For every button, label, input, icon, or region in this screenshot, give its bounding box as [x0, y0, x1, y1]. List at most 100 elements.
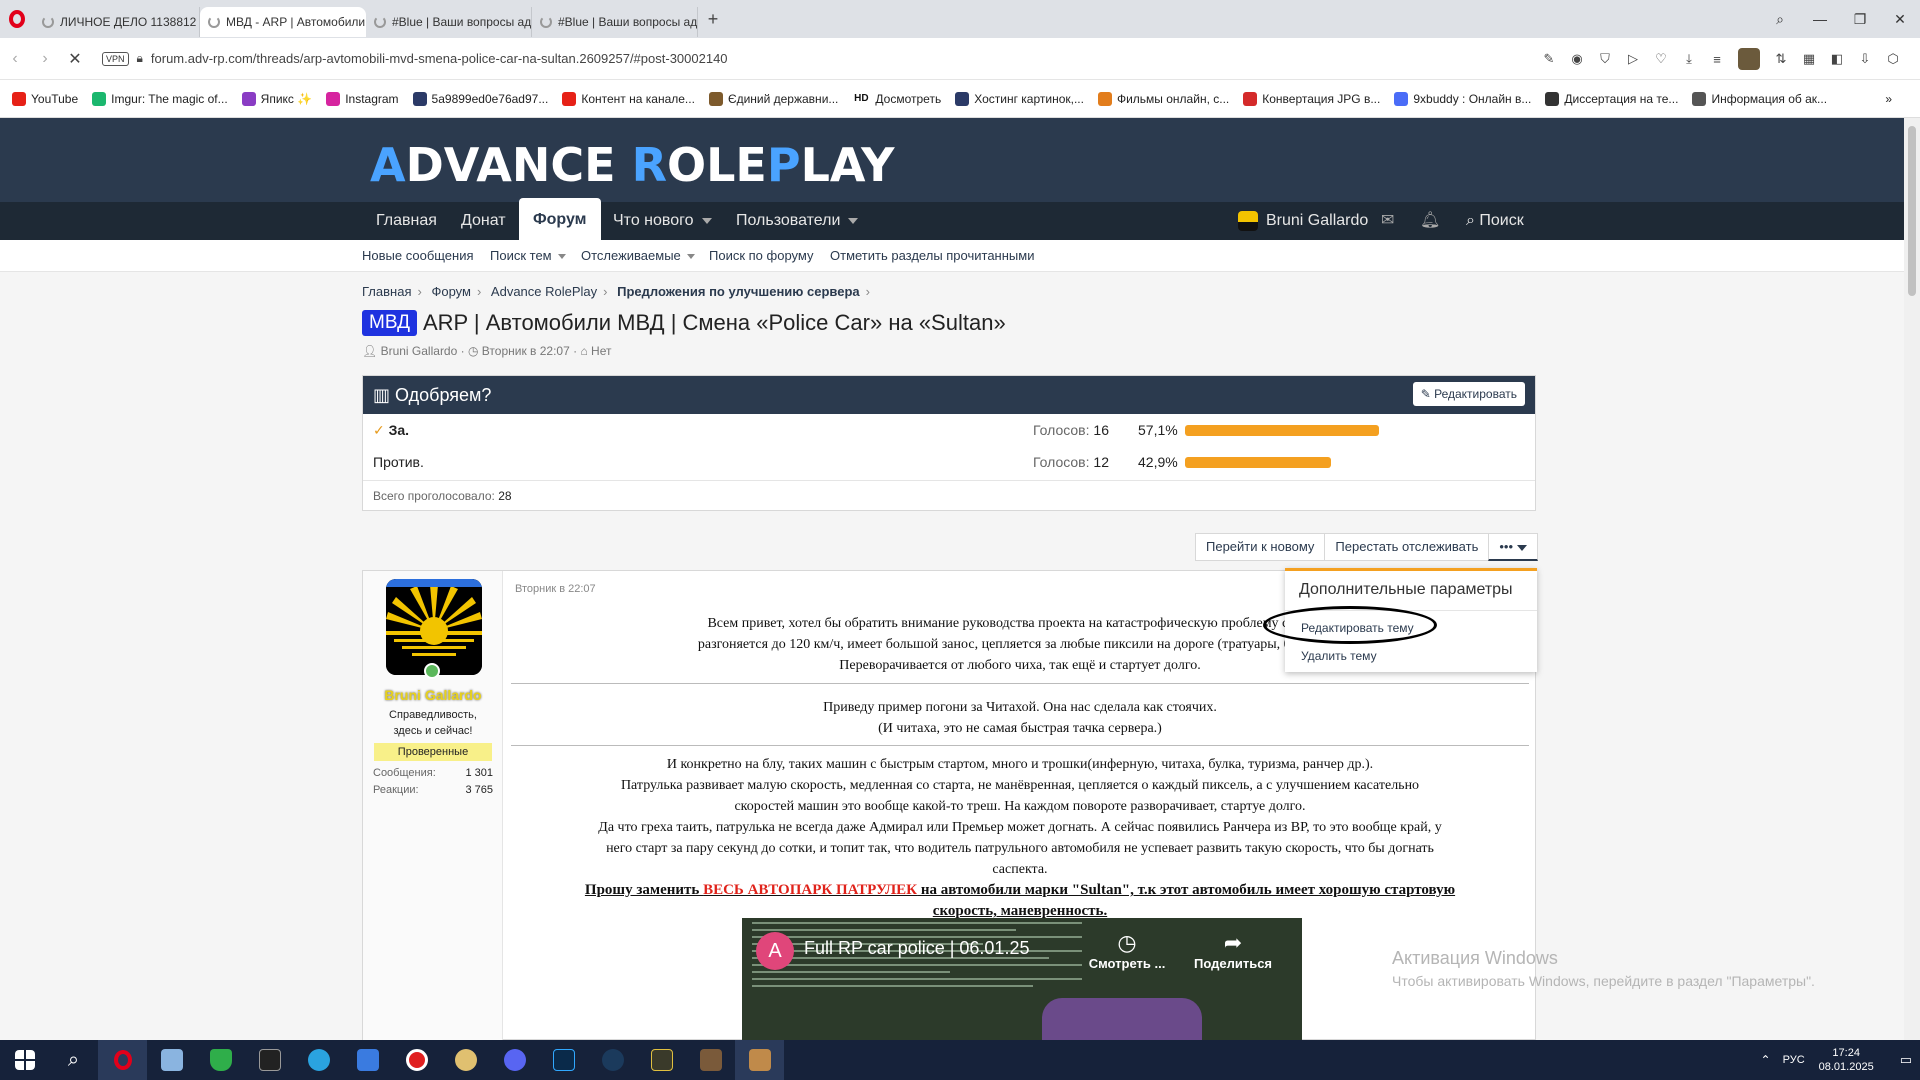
bookmark-item[interactable]: Єдиний державни... — [708, 91, 838, 106]
extension-icon[interactable]: ◧ — [1830, 51, 1844, 67]
menu-icon[interactable]: ≡ — [1710, 52, 1724, 67]
more-options-button[interactable]: ••• — [1488, 533, 1538, 561]
chevron-up-icon[interactable]: ⌃ — [1761, 1053, 1771, 1067]
clock[interactable]: 17:24 08.01.2025 — [1819, 1046, 1874, 1074]
breadcrumb-item[interactable]: Advance RolePlay — [491, 284, 597, 299]
post-date[interactable]: Вторник в 22:07 — [515, 583, 596, 595]
breadcrumb-item[interactable]: Главная — [362, 284, 411, 299]
browser-tab[interactable]: ЛИЧНОЕ ДЕЛО 1138812 — [34, 7, 200, 37]
language-indicator[interactable]: РУС — [1783, 1054, 1805, 1066]
bookmark-item[interactable]: Фильмы онлайн, с... — [1097, 91, 1229, 106]
record-taskbar-icon[interactable] — [392, 1040, 441, 1080]
bookmark-item[interactable]: Imgur: The magic of... — [92, 91, 228, 106]
subnav-search-forum[interactable]: Поиск по форуму — [709, 248, 813, 263]
minimize-icon[interactable]: — — [1800, 11, 1840, 27]
nav-user-account[interactable]: Bruni Gallardo — [1238, 202, 1368, 240]
bookmark-item[interactable]: Instagram — [326, 91, 399, 106]
close-icon[interactable]: ✕ — [1880, 11, 1920, 28]
thread-prefix-badge[interactable]: МВД — [362, 310, 417, 336]
extensions-icon[interactable]: ⬡ — [1886, 51, 1900, 67]
shield-icon[interactable]: ⛉ — [1598, 51, 1612, 67]
bookmark-item[interactable]: Япикс ✨ — [241, 91, 312, 106]
avatar[interactable] — [386, 579, 482, 675]
url-field[interactable]: forum.adv-rp.com/threads/arp-avtomobili-… — [151, 51, 728, 66]
subnav-watched[interactable]: Отслеживаемые — [581, 248, 695, 263]
game-taskbar-icon[interactable] — [735, 1040, 784, 1080]
subnav-mark-read[interactable]: Отметить разделы прочитанными — [830, 248, 1034, 263]
search-tabs-icon[interactable]: ⌕ — [1760, 11, 1800, 28]
game-taskbar-icon[interactable] — [686, 1040, 735, 1080]
scrollbar-thumb[interactable] — [1908, 126, 1916, 296]
app-taskbar-icon[interactable] — [343, 1040, 392, 1080]
vpn-badge[interactable]: VPN — [102, 51, 129, 66]
subnav-new-posts[interactable]: Новые сообщения — [362, 248, 474, 263]
nav-forum[interactable]: Форум — [519, 198, 601, 240]
play-icon[interactable]: ▷ — [1626, 51, 1640, 67]
bookmarks-overflow-icon[interactable]: » — [1885, 92, 1892, 106]
app-taskbar-icon[interactable] — [441, 1040, 490, 1080]
terminal-taskbar-icon[interactable] — [245, 1040, 294, 1080]
app-taskbar-icon[interactable] — [147, 1040, 196, 1080]
bookmark-item[interactable]: Контент на канале... — [562, 91, 695, 106]
share-button[interactable]: ➦ Поделиться — [1188, 930, 1278, 971]
windows-start-icon[interactable] — [0, 1040, 49, 1080]
watch-later-button[interactable]: ◷ Смотреть ... — [1082, 930, 1172, 971]
thread-date[interactable]: Вторник в 22:07 — [482, 344, 570, 358]
site-logo[interactable]: ADVANCE ROLEPLAY — [370, 138, 894, 192]
download-icon[interactable]: ⤓ — [1682, 51, 1696, 67]
post-username[interactable]: Bruni Gallardo — [363, 687, 503, 703]
back-icon[interactable]: ‹ — [0, 50, 30, 68]
profile-avatar[interactable] — [1738, 48, 1760, 70]
page-scrollbar[interactable] — [1904, 118, 1920, 1040]
nav-whats-new[interactable]: Что нового — [613, 202, 712, 240]
bookmark-item[interactable]: YouTube — [12, 91, 78, 106]
extension-icon[interactable]: ⇩ — [1858, 51, 1872, 67]
bookmark-item[interactable]: HD Досмотреть — [852, 92, 941, 106]
video-title[interactable]: Full RP car police | 06.01.25 — [804, 938, 1029, 959]
unwatch-button[interactable]: Перестать отслеживать — [1324, 533, 1490, 561]
extension-icon[interactable]: ▦ — [1802, 51, 1816, 67]
steam-taskbar-icon[interactable] — [588, 1040, 637, 1080]
breadcrumb-item[interactable]: Форум — [431, 284, 471, 299]
nav-search[interactable]: ⌕ Поиск — [1466, 202, 1524, 240]
opera-menu-icon[interactable] — [0, 0, 34, 38]
restore-icon[interactable]: ❐ — [1840, 11, 1880, 28]
inbox-icon[interactable]: ✉ — [1381, 202, 1394, 240]
photoshop-taskbar-icon[interactable] — [539, 1040, 588, 1080]
bookmark-item[interactable]: Диссертация на те... — [1545, 91, 1678, 106]
lock-icon[interactable]: 🔒︎ — [137, 51, 143, 66]
thread-author[interactable]: Bruni Gallardo — [381, 344, 458, 358]
votes-count[interactable]: 16 — [1093, 422, 1109, 438]
browser-tab-active[interactable]: МВД - ARP | Автомобили — [200, 7, 366, 37]
video-embed[interactable]: A Full RP car police | 06.01.25 ◷ Смотрет… — [742, 918, 1302, 1040]
nav-users[interactable]: Пользователи — [736, 202, 859, 240]
txd-taskbar-icon[interactable] — [637, 1040, 686, 1080]
bell-icon[interactable]: 🔔︎ — [1420, 202, 1440, 240]
forward-icon[interactable]: › — [30, 50, 60, 68]
subnav-search-threads[interactable]: Поиск тем — [490, 248, 566, 263]
new-tab-button[interactable]: + — [698, 9, 728, 30]
heart-icon[interactable]: ♡ — [1654, 51, 1668, 67]
opera-taskbar-icon[interactable] — [98, 1040, 147, 1080]
notifications-icon[interactable]: ▭ — [1900, 1052, 1912, 1068]
discord-taskbar-icon[interactable] — [490, 1040, 539, 1080]
search-icon[interactable]: ⌕ — [49, 1040, 98, 1080]
breadcrumb-item[interactable]: Предложения по улучшению сервера — [617, 284, 860, 299]
edit-icon[interactable]: ✎ — [1542, 51, 1556, 67]
votes-count[interactable]: 12 — [1093, 454, 1109, 470]
stop-loading-icon[interactable]: ✕ — [60, 49, 90, 69]
poll-edit-button[interactable]: ✎ Редактировать — [1412, 382, 1525, 406]
telegram-taskbar-icon[interactable] — [294, 1040, 343, 1080]
goto-new-button[interactable]: Перейти к новому — [1195, 533, 1326, 561]
extension-icon[interactable]: ⇅ — [1774, 51, 1788, 67]
channel-avatar[interactable]: A — [756, 932, 794, 970]
bookmark-item[interactable]: Хостинг картинок,... — [955, 91, 1084, 106]
bookmark-item[interactable]: Конвертация JPG в... — [1243, 91, 1380, 106]
camera-icon[interactable]: ◉ — [1570, 51, 1584, 67]
bookmark-item[interactable]: Информация об ак... — [1692, 91, 1827, 106]
browser-tab[interactable]: #Blue | Ваши вопросы ад — [366, 7, 532, 37]
menu-item-delete-thread[interactable]: Удалить тему — [1285, 641, 1537, 671]
browser-tab[interactable]: #Blue | Ваши вопросы ад — [532, 7, 698, 37]
nav-donate[interactable]: Донат — [461, 202, 506, 240]
nav-home[interactable]: Главная — [376, 202, 437, 240]
